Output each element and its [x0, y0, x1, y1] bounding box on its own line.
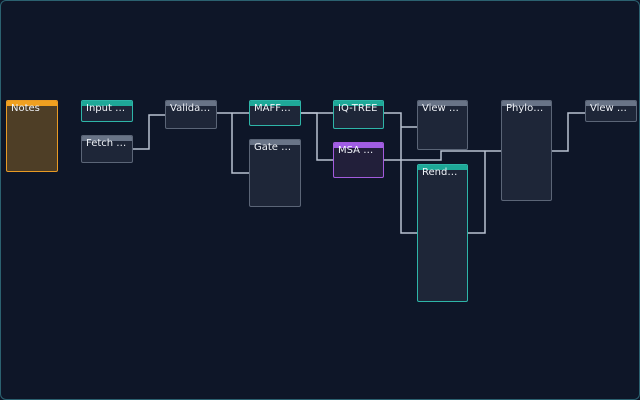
- node-render[interactable]: Render ...: [417, 164, 468, 302]
- node-phyloge[interactable]: Phyloge...: [501, 100, 552, 201]
- node-label: MAFFT A...: [254, 103, 300, 114]
- edge-phyloge-to-viewph: [551, 112, 585, 152]
- node-label: IQ-TREE: [338, 103, 378, 114]
- node-label: Input S...: [86, 103, 131, 114]
- node-label: Gate Va...: [254, 142, 300, 153]
- node-label: View Al...: [422, 103, 467, 114]
- edge-msaview-to-phyloge: [383, 150, 501, 161]
- node-input-s[interactable]: Input S...: [81, 100, 133, 122]
- node-iq-tree[interactable]: IQ-TREE: [333, 100, 384, 129]
- node-view-ph[interactable]: View Ph...: [585, 100, 637, 122]
- edge-mafft-to-msaview: [300, 112, 333, 161]
- node-validat[interactable]: Validat...: [165, 100, 217, 129]
- node-label: Validat...: [170, 103, 214, 114]
- node-label: Notes: [11, 103, 40, 114]
- node-gate-va[interactable]: Gate Va...: [249, 139, 301, 207]
- node-view-al[interactable]: View Al...: [417, 100, 468, 150]
- edge-fetch-to-validate: [132, 114, 165, 150]
- node-label: Render ...: [422, 167, 467, 178]
- node-notes[interactable]: Notes: [6, 100, 58, 172]
- node-label: Phyloge...: [506, 103, 551, 114]
- workflow-canvas[interactable]: Notes Input S... Fetch N... Validat... M…: [0, 0, 640, 400]
- node-label: Fetch N...: [86, 138, 132, 149]
- node-mafft-a[interactable]: MAFFT A...: [249, 100, 301, 126]
- node-label: MSA View: [338, 145, 383, 156]
- edge-iqtree-to-viewal: [383, 112, 417, 234]
- edge-render-to-phyloge: [467, 151, 486, 234]
- edge-validate-to-gate: [231, 113, 249, 174]
- node-msa-view[interactable]: MSA View: [333, 142, 384, 178]
- node-fetch-n[interactable]: Fetch N...: [81, 135, 133, 163]
- node-label: View Ph...: [590, 103, 636, 114]
